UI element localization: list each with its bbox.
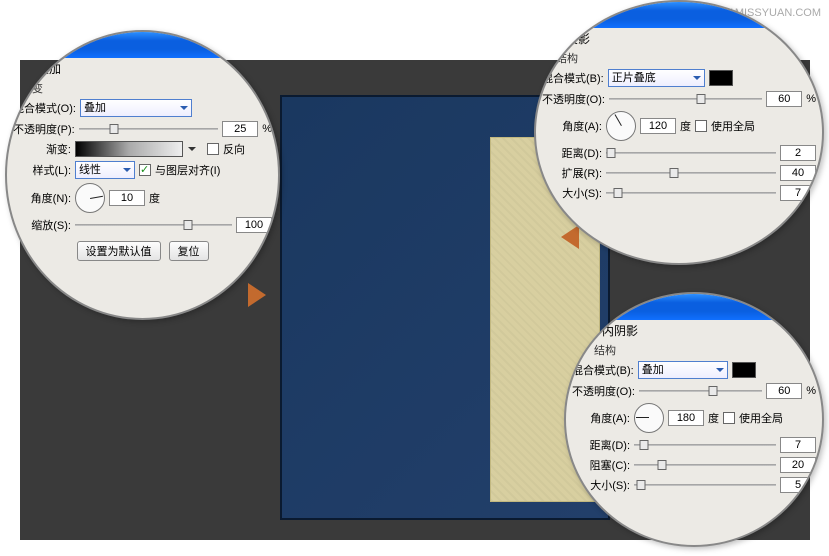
global-light-label: 使用全局	[739, 410, 783, 426]
color-swatch[interactable]	[709, 70, 733, 86]
angle-dial[interactable]	[634, 403, 664, 433]
angle-input[interactable]: 120	[640, 118, 676, 134]
opacity-input[interactable]: 60	[766, 383, 802, 399]
inner-shadow-panel: 内阴影 结构 混合模式(B): 叠加 不透明度(O): 60 % 角度(A): …	[564, 292, 824, 547]
blend-mode-label: 混合模式(B):	[572, 362, 634, 378]
style-select[interactable]: 线性	[75, 161, 135, 179]
group-heading: 渐变	[7, 79, 278, 97]
opacity-label: 不透明度(P):	[13, 121, 75, 137]
opacity-label: 不透明度(O):	[542, 91, 605, 107]
opacity-input[interactable]: 60	[766, 91, 802, 107]
spread-slider[interactable]	[606, 166, 776, 180]
opacity-slider[interactable]	[639, 384, 762, 398]
choke-slider[interactable]	[634, 458, 776, 472]
distance-label: 距离(D):	[572, 437, 630, 453]
scale-slider[interactable]	[75, 218, 232, 232]
distance-input[interactable]: 2	[780, 145, 816, 161]
scale-input[interactable]: 100	[236, 217, 272, 233]
group-heading: 结构	[536, 49, 822, 67]
reverse-label: 反向	[223, 141, 245, 157]
size-slider[interactable]	[634, 478, 776, 492]
opacity-slider[interactable]	[609, 92, 762, 106]
global-light-checkbox[interactable]	[695, 120, 707, 132]
angle-dial[interactable]	[606, 111, 636, 141]
size-input[interactable]: 5	[780, 477, 816, 493]
panel-titlebar	[7, 32, 278, 58]
percent-label: %	[262, 123, 272, 135]
degree-label: 度	[149, 190, 160, 206]
opacity-slider[interactable]	[79, 122, 218, 136]
opacity-input[interactable]: 25	[222, 121, 258, 137]
blend-mode-label: 混合模式(O):	[13, 100, 76, 116]
angle-label: 角度(N):	[13, 190, 71, 206]
distance-slider[interactable]	[606, 146, 776, 160]
blend-mode-select[interactable]: 叠加	[80, 99, 192, 117]
group-heading: 结构	[566, 341, 822, 359]
align-layer-checkbox[interactable]	[139, 164, 151, 176]
spread-input[interactable]: 40	[780, 165, 816, 181]
gradient-picker[interactable]	[75, 141, 183, 157]
degree-label: 度	[708, 410, 719, 426]
angle-dial[interactable]	[75, 183, 105, 213]
blend-mode-label: 混合模式(B):	[542, 70, 604, 86]
choke-label: 阻塞(C):	[572, 457, 630, 473]
opacity-label: 不透明度(O):	[572, 383, 635, 399]
style-label: 样式(L):	[13, 162, 71, 178]
blend-mode-select[interactable]: 叠加	[638, 361, 728, 379]
choke-input[interactable]: 20	[780, 457, 816, 473]
reverse-checkbox[interactable]	[207, 143, 219, 155]
drop-shadow-panel: 投影 结构 混合模式(B): 正片叠底 不透明度(O): 60 % 角度(A):…	[534, 0, 824, 265]
set-default-button[interactable]: 设置为默认值	[77, 241, 161, 261]
percent-label: %	[806, 93, 816, 105]
angle-label: 角度(A):	[572, 410, 630, 426]
gradient-overlay-panel: 渐变叠加 渐变 混合模式(O): 叠加 不透明度(P): 25 % 渐变: 反向…	[5, 30, 280, 320]
gradient-label: 渐变:	[13, 141, 71, 157]
color-swatch[interactable]	[732, 362, 756, 378]
percent-label: %	[806, 385, 816, 397]
global-light-checkbox[interactable]	[723, 412, 735, 424]
spread-label: 扩展(R):	[542, 165, 602, 181]
callout-arrow-icon	[248, 283, 278, 307]
angle-input[interactable]: 10	[109, 190, 145, 206]
reset-button[interactable]: 复位	[169, 241, 209, 261]
degree-label: 度	[680, 118, 691, 134]
distance-input[interactable]: 7	[780, 437, 816, 453]
scale-label: 缩放(S):	[13, 217, 71, 233]
distance-label: 距离(D):	[542, 145, 602, 161]
size-slider[interactable]	[606, 186, 776, 200]
angle-input[interactable]: 180	[668, 410, 704, 426]
align-layer-label: 与图层对齐(I)	[155, 162, 220, 178]
blend-mode-select[interactable]: 正片叠底	[608, 69, 705, 87]
callout-arrow-icon	[549, 225, 579, 249]
global-light-label: 使用全局	[711, 118, 755, 134]
angle-label: 角度(A):	[542, 118, 602, 134]
section-heading: 投影	[536, 28, 822, 49]
distance-slider[interactable]	[634, 438, 776, 452]
size-input[interactable]: 7	[780, 185, 816, 201]
